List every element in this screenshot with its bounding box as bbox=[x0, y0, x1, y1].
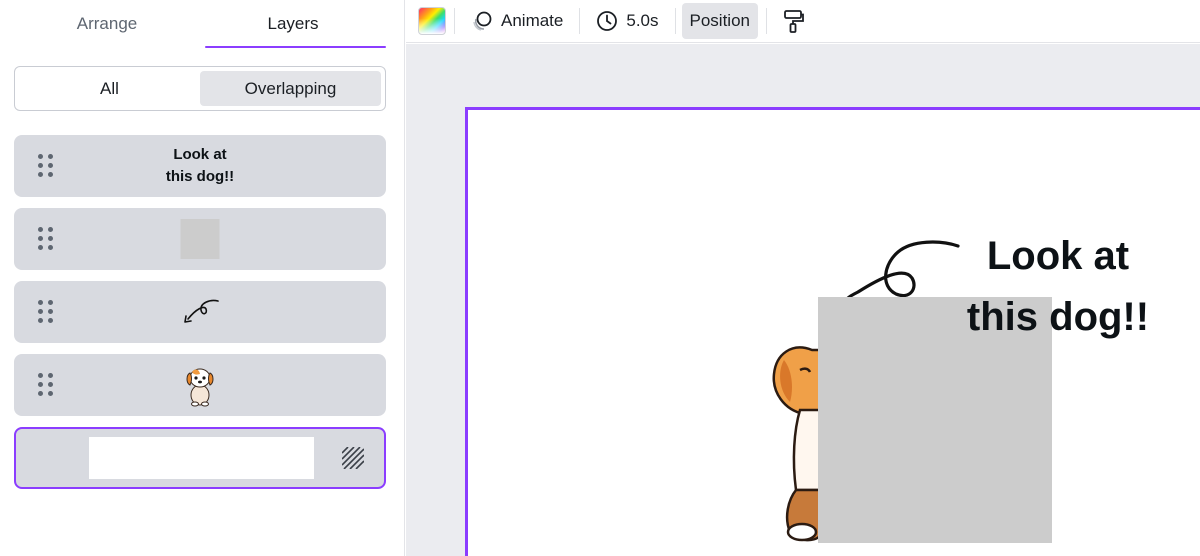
toolbar-divider bbox=[454, 8, 455, 34]
curly-arrow-icon bbox=[184, 299, 219, 323]
layer-item-background[interactable] bbox=[14, 427, 386, 489]
layer-text-thumbnail: Look at this dog!! bbox=[166, 144, 234, 188]
headline-line: Look at bbox=[986, 234, 1130, 278]
animate-label: Animate bbox=[501, 11, 564, 30]
dog-sticker-thumbnail bbox=[186, 368, 214, 407]
paint-roller-icon bbox=[784, 10, 804, 33]
drag-handle-icon[interactable] bbox=[38, 227, 56, 251]
clock-icon bbox=[597, 11, 618, 31]
toolbar-divider bbox=[674, 8, 676, 34]
duration-label: 5.0s bbox=[626, 11, 659, 30]
toolbar-divider bbox=[579, 8, 581, 34]
layer-text-line: this dog!! bbox=[165, 168, 235, 185]
panel-tabs: Arrange Layers bbox=[14, 0, 386, 48]
position-button[interactable]: Position bbox=[681, 3, 758, 39]
color-picker-button[interactable] bbox=[418, 7, 446, 35]
animate-button[interactable]: Animate bbox=[463, 3, 571, 39]
layer-filter-toggle: All Overlapping bbox=[14, 66, 386, 111]
drag-handle-icon[interactable] bbox=[38, 300, 56, 324]
layer-item-graphic[interactable] bbox=[14, 281, 386, 343]
animate-icon bbox=[473, 11, 492, 31]
layer-item-shape[interactable] bbox=[14, 208, 386, 270]
toolbar-divider bbox=[766, 8, 767, 34]
headline-line: this dog!! bbox=[966, 295, 1150, 339]
layers-panel: Arrange Layers All Overlapping Look at t… bbox=[0, 0, 405, 556]
layer-text-line: Look at bbox=[173, 146, 227, 163]
background-thumbnail bbox=[89, 437, 314, 479]
format-painter-button[interactable] bbox=[775, 3, 813, 39]
layer-item-image[interactable] bbox=[14, 354, 386, 416]
tab-layers[interactable]: Layers bbox=[200, 0, 386, 48]
gray-square-thumbnail bbox=[180, 219, 220, 259]
tab-arrange[interactable]: Arrange bbox=[14, 0, 200, 48]
editor-toolbar: Animate 5.0s Position bbox=[406, 0, 1200, 43]
filter-overlapping-button[interactable]: Overlapping bbox=[200, 71, 381, 106]
hatched-lock-icon[interactable] bbox=[342, 447, 364, 469]
headline-text[interactable]: Look at this dog!! bbox=[958, 226, 1158, 348]
filter-all-button[interactable]: All bbox=[19, 71, 200, 106]
duration-button[interactable]: 5.0s bbox=[588, 3, 666, 39]
drag-handle-icon[interactable] bbox=[38, 373, 56, 397]
drag-handle-icon[interactable] bbox=[38, 154, 56, 178]
layer-item-text[interactable]: Look at this dog!! bbox=[14, 135, 386, 197]
